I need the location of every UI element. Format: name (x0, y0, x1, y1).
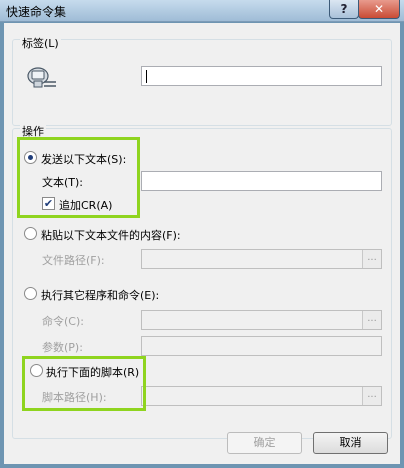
paste-file-radio[interactable] (24, 227, 37, 240)
text-caret (146, 70, 147, 83)
paste-file-label: 粘贴以下文本文件的内容(F): (41, 229, 181, 242)
label-input[interactable] (141, 66, 382, 86)
help-button[interactable]: ? (329, 0, 359, 19)
cancel-button[interactable]: 取消 (313, 432, 388, 454)
label-group-legend: 标签(L) (20, 35, 61, 51)
text-input[interactable] (141, 171, 382, 191)
script-path-input[interactable]: ... (141, 386, 382, 406)
dialog-body: 标签(L) 操作 发送以下文本(S): 文本(T): ✔ 追加CR(A) 粘贴以… (4, 23, 400, 464)
highlight-box-run-script (22, 356, 146, 411)
run-program-radio[interactable] (24, 287, 37, 300)
params-input[interactable] (141, 336, 382, 356)
computer-network-icon (24, 65, 58, 91)
command-input[interactable]: ... (141, 310, 382, 330)
run-program-label: 执行其它程序和命令(E): (41, 289, 160, 302)
title-bar: 快速命令集 ? ✕ (0, 0, 404, 22)
command-label: 命令(C): (42, 315, 84, 328)
window-title: 快速命令集 (6, 5, 67, 19)
params-label: 参数(P): (42, 341, 83, 354)
close-button[interactable]: ✕ (358, 0, 400, 19)
file-path-browse-button[interactable]: ... (362, 250, 381, 268)
close-icon: ✕ (373, 2, 385, 16)
highlight-box-send-text (17, 137, 140, 218)
help-icon: ? (340, 2, 348, 16)
file-path-input[interactable]: ... (141, 249, 382, 269)
file-path-label: 文件路径(F): (42, 254, 105, 267)
command-browse-button[interactable]: ... (362, 311, 381, 329)
ok-button[interactable]: 确定 (227, 432, 302, 454)
script-path-browse-button[interactable]: ... (362, 387, 381, 405)
